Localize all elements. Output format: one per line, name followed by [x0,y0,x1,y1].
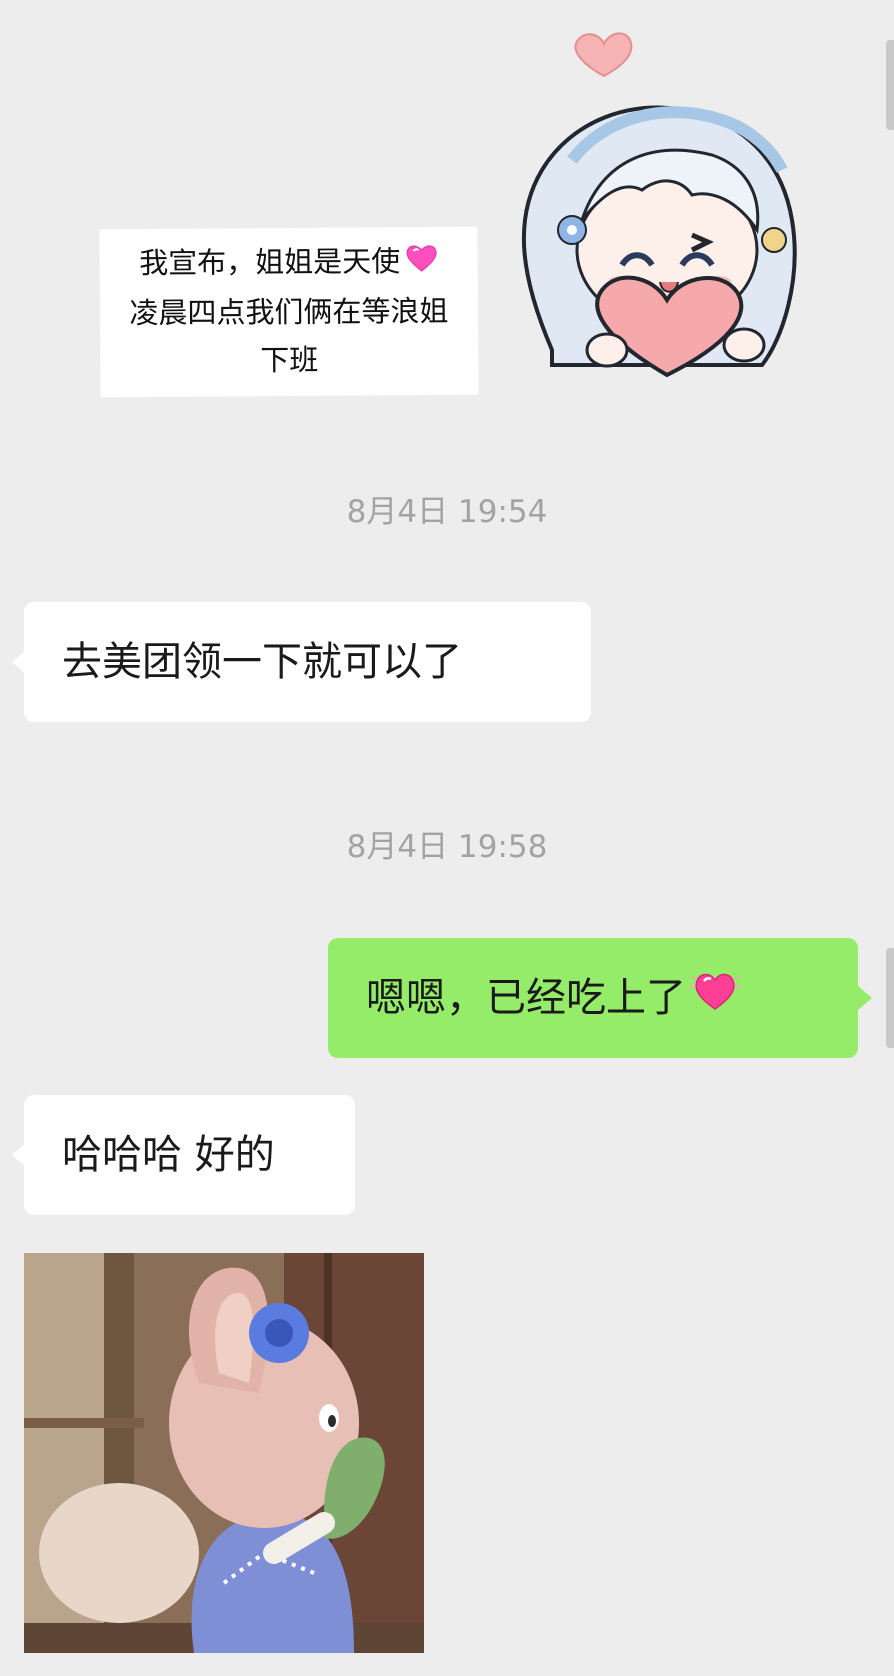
outgoing-message-bubble[interactable]: 嗯嗯，已经吃上了 [328,938,872,1060]
message-text: 去美团领一下就可以了 [62,639,462,685]
bubble-tail [12,1143,26,1167]
sticker-caption-line-3: 下班 [260,342,319,378]
incoming-message-bubble[interactable]: 去美团领一下就可以了 [12,602,591,722]
plush-bunny-illustration [24,1253,424,1653]
chat-window: 我宣布，姐姐是天使 凌晨四点我们俩在等浪姐 下班 8月4日 19:54 去美团领… [0,0,894,1676]
timestamp: 8月4日 19:58 [346,829,548,865]
self-avatar[interactable] [886,40,894,130]
sticker-caption-line-2: 凌晨四点我们俩在等浪姐 [129,293,449,331]
incoming-message-bubble[interactable]: 哈哈哈 好的 [12,1095,355,1215]
message-text: 嗯嗯，已经吃上了 [366,975,686,1021]
beating-heart-icon [690,940,740,1060]
sticker-caption-line-1: 我宣布，姐姐是天使 [105,237,471,290]
bubble-tail [858,986,872,1010]
bubble-tail [12,650,26,674]
sparkling-heart-icon [404,239,438,287]
self-avatar[interactable] [886,948,894,1048]
sticker-message-anime-girl[interactable]: 我宣布，姐姐是天使 凌晨四点我们俩在等浪姐 下班 [88,20,848,398]
anime-girl-illustration [521,32,797,378]
sticker-caption: 我宣布，姐姐是天使 凌晨四点我们俩在等浪姐 下班 [99,226,479,398]
timestamp: 8月4日 19:54 [346,494,548,530]
sticker-message-plush-bunny[interactable] [24,1253,424,1653]
message-text: 哈哈哈 好的 [62,1132,275,1178]
